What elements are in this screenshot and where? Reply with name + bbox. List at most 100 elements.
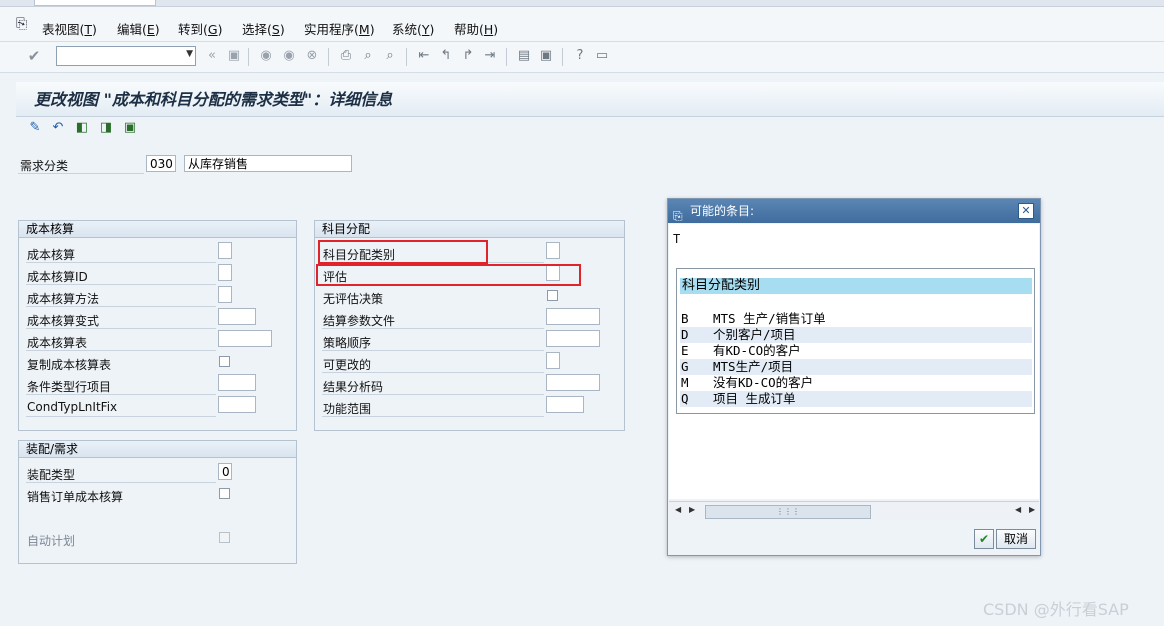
menu-bar: ⎘ 表视图(T) 编辑(E) 转到(G) 选择(S) 实用程序(M) 系统(Y)… <box>0 7 1164 42</box>
next-entry-icon[interactable]: ◨ <box>98 120 114 136</box>
scroll-left-icon[interactable]: ◀ <box>675 505 681 514</box>
close-icon[interactable]: ✕ <box>1018 203 1034 219</box>
check-icon: ✔ <box>978 532 990 546</box>
cond-type-item-field[interactable] <box>218 374 256 391</box>
so-costing-checkbox[interactable] <box>219 488 230 499</box>
menu-help[interactable]: 帮助(H) <box>454 19 498 38</box>
req-class-label: 需求分类 <box>20 159 69 173</box>
highlight-valuation <box>316 264 581 286</box>
strategy-seq-field[interactable] <box>546 330 600 347</box>
display-change-icon[interactable]: ✎ <box>27 120 43 136</box>
dialog-body: T 科目分配类别 B MTS 生产/销售订单 D 个别客户/项目 E 有KD-CO的客… <box>669 224 1039 499</box>
horizontal-scrollbar[interactable]: ◀ ▶ ⋮⋮⋮ ◀ ▶ <box>669 501 1039 520</box>
cancel-icon[interactable]: ⊗ <box>304 48 320 64</box>
check-icon[interactable]: ✔ <box>26 48 42 64</box>
assembly-group-title: 装配/需求 <box>19 441 296 458</box>
req-class-code-field[interactable]: 030 <box>146 155 176 172</box>
menu-goto[interactable]: 转到(G) <box>178 19 222 38</box>
select-entry-icon[interactable]: ▣ <box>122 120 138 136</box>
costing-group-title: 成本核算 <box>19 221 296 238</box>
costing-id-field[interactable] <box>218 264 232 281</box>
functional-area-label: 功能范围 <box>323 402 372 416</box>
costing-field[interactable] <box>218 242 232 259</box>
auto-planning-checkbox <box>219 532 230 543</box>
layout-icon[interactable]: ▭ <box>594 48 610 64</box>
costing-label: 成本核算 <box>27 248 76 262</box>
cancel-button[interactable]: 取消 <box>996 529 1036 549</box>
menu-select[interactable]: 选择(S) <box>242 19 285 38</box>
possible-entries-dialog: ⎘ 可能的条目: ✕ T 科目分配类别 B MTS 生产/销售订单 D 个别客户/项… <box>667 198 1041 556</box>
page-title: 更改视图 "成本和科目分配的需求类型"：详细信息 <box>34 90 393 109</box>
scroll-right-end-icon[interactable]: ▶ <box>1029 505 1035 514</box>
auto-planning-label: 自动计划 <box>27 534 76 548</box>
dialog-title-bar[interactable]: ⎘ 可能的条目: ✕ <box>668 199 1040 223</box>
list-item[interactable]: E 有KD-CO的客户 <box>680 343 1032 359</box>
menu-utilities[interactable]: 实用程序(M) <box>304 19 375 38</box>
scroll-right-icon[interactable]: ▶ <box>689 505 695 514</box>
assembly-type-field[interactable]: 0 <box>218 463 232 480</box>
list-item[interactable]: M 没有KD-CO的客户 <box>680 375 1032 391</box>
costing-sheet-label: 成本核算表 <box>27 336 88 350</box>
next-page-icon[interactable]: ↱ <box>460 48 476 64</box>
first-page-icon[interactable]: ⇤ <box>416 48 432 64</box>
acct-group-title: 科目分配 <box>315 221 624 238</box>
last-page-icon[interactable]: ⇥ <box>482 48 498 64</box>
exit-icon[interactable]: ◉ <box>281 48 297 64</box>
chevron-down-icon[interactable]: ▼ <box>186 49 193 59</box>
window-top-strip <box>0 0 1164 7</box>
shortcut-icon[interactable]: ▣ <box>538 48 554 64</box>
list-item[interactable]: Q 项目 生成订单 <box>680 391 1032 407</box>
prev-icon[interactable]: « <box>204 48 220 64</box>
cond-type-item-label: 条件类型行项目 <box>27 380 112 394</box>
list-item[interactable]: G MTS生产/项目 <box>680 359 1032 375</box>
new-session-icon[interactable]: ▤ <box>516 48 532 64</box>
menu-table-view[interactable]: 表视图(T) <box>42 19 97 38</box>
so-costing-label: 销售订单成本核算 <box>27 490 124 504</box>
changeable-field[interactable] <box>546 352 560 369</box>
dialog-title: 可能的条目: <box>690 204 755 218</box>
ra-key-field[interactable] <box>546 374 600 391</box>
save-icon[interactable]: ▣ <box>226 48 242 64</box>
costing-variant-field[interactable] <box>218 308 256 325</box>
list-item[interactable]: D 个别客户/项目 <box>680 327 1032 343</box>
command-field[interactable]: ▼ <box>56 46 196 66</box>
dialog-input-value: T <box>673 232 681 246</box>
help-icon[interactable]: ? <box>572 48 588 64</box>
settlement-profile-field[interactable] <box>546 308 600 325</box>
menu-edit[interactable]: 编辑(E) <box>117 19 160 38</box>
list-item[interactable]: B MTS 生产/销售订单 <box>680 311 1032 327</box>
costing-method-label: 成本核算方法 <box>27 292 100 306</box>
print-icon[interactable]: ⎙ <box>338 48 354 64</box>
costing-variant-label: 成本核算变式 <box>27 314 100 328</box>
cond-typ-fix-field[interactable] <box>218 396 256 413</box>
req-class-desc-field: 从库存销售 <box>184 155 352 172</box>
costing-sheet-field[interactable] <box>218 330 272 347</box>
back-icon[interactable]: ◉ <box>258 48 274 64</box>
strategy-seq-label: 策略顺序 <box>323 336 372 350</box>
watermark: CSDN @外行看SAP <box>983 600 1129 619</box>
acct-category-field[interactable] <box>546 242 560 259</box>
prev-page-icon[interactable]: ↰ <box>438 48 454 64</box>
window-tab[interactable] <box>34 0 156 6</box>
costing-method-field[interactable] <box>218 286 232 303</box>
confirm-button[interactable]: ✔ <box>974 529 994 549</box>
functional-area-field[interactable] <box>546 396 584 413</box>
highlight-acct-category <box>318 240 488 264</box>
costing-id-label: 成本核算ID <box>27 270 88 284</box>
assembly-type-label: 装配类型 <box>27 468 76 482</box>
find-icon[interactable]: ⌕ <box>360 48 376 64</box>
previous-entry-icon[interactable]: ◧ <box>74 120 90 136</box>
scrollbar-thumb[interactable]: ⋮⋮⋮ <box>705 505 871 519</box>
copy-costing-sheet-label: 复制成本核算表 <box>27 358 112 372</box>
menu-system[interactable]: 系统(Y) <box>392 19 434 38</box>
ra-key-label: 结果分析码 <box>323 380 384 394</box>
menu-icon[interactable]: ⎘ <box>16 16 27 32</box>
no-valuation-checkbox[interactable] <box>547 290 558 301</box>
undo-icon[interactable]: ↶ <box>50 120 66 136</box>
scroll-left-end-icon[interactable]: ◀ <box>1015 505 1021 514</box>
find-next-icon[interactable]: ⌕ <box>382 48 398 64</box>
settlement-profile-label: 结算参数文件 <box>323 314 396 328</box>
changeable-label: 可更改的 <box>323 358 372 372</box>
copy-costing-sheet-checkbox[interactable] <box>219 356 230 367</box>
entries-list: 科目分配类别 B MTS 生产/销售订单 D 个别客户/项目 E 有KD-CO的客户 … <box>676 268 1035 414</box>
